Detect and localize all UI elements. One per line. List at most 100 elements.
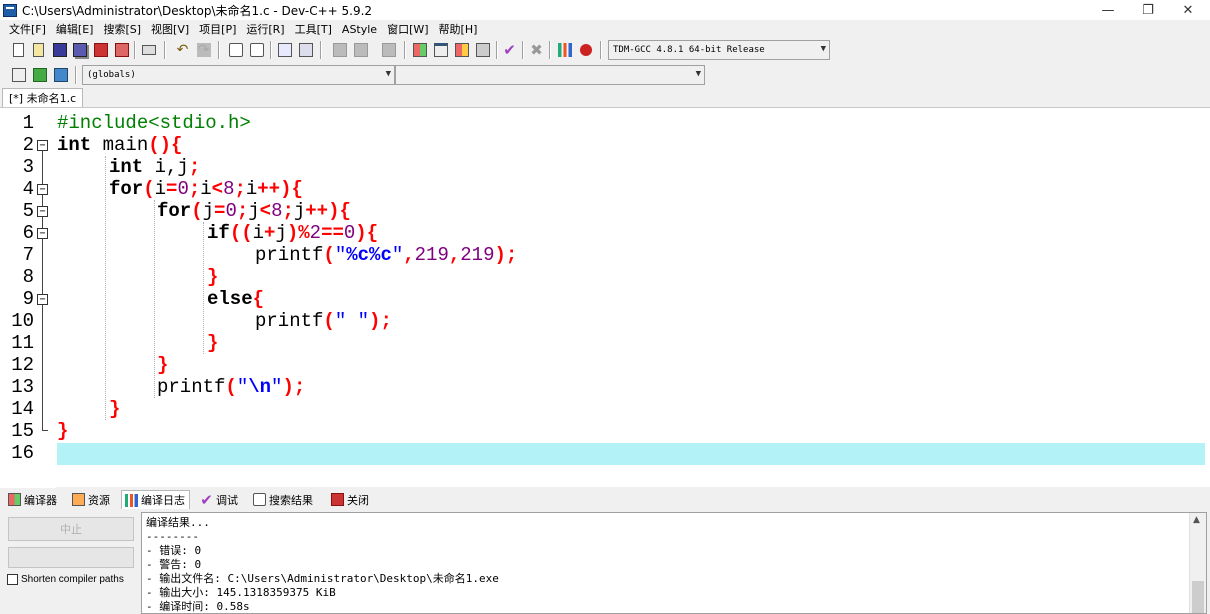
menu-tools[interactable]: 工具[T] <box>290 21 337 37</box>
save-all-button[interactable] <box>71 41 88 58</box>
toolbar-separator <box>549 41 551 59</box>
stop-execution-button[interactable]: ✖ <box>528 41 545 58</box>
shorten-paths-checkbox[interactable]: Shorten compiler paths <box>7 574 124 585</box>
menu-project[interactable]: 项目[P] <box>194 21 241 37</box>
compile-run-button[interactable] <box>453 41 470 58</box>
tab-resources[interactable]: 资源 <box>69 490 114 509</box>
open-file-button[interactable] <box>30 41 47 58</box>
line-number: 1 <box>22 112 34 134</box>
indent-icon <box>353 42 368 57</box>
fold-minus-icon[interactable]: − <box>37 140 48 151</box>
debug-button[interactable] <box>577 41 594 58</box>
syntax-check-button[interactable]: ✔ <box>501 41 518 58</box>
bookmarks-button[interactable] <box>52 66 69 83</box>
log-line: - 输出大小: 145.1318359375 KiB <box>146 586 336 599</box>
fold-minus-icon[interactable]: − <box>37 184 48 195</box>
replace-button[interactable] <box>248 41 265 58</box>
redo-icon: ↷ <box>196 41 211 58</box>
line-number: 14 <box>11 398 34 420</box>
fold-minus-icon[interactable]: − <box>37 228 48 239</box>
code-area[interactable]: #include<stdio.h> int main(){ int i,j; f… <box>57 108 1210 488</box>
line-number-gutter: 1 2 3 4 5 6 7 8 9 10 11 12 13 14 15 16 −… <box>0 108 56 488</box>
menu-search[interactable]: 搜索[S] <box>98 21 146 37</box>
unindent-button[interactable] <box>331 41 348 58</box>
code-line-15: } <box>57 420 69 442</box>
comment-button[interactable] <box>380 41 397 58</box>
print-button[interactable] <box>140 41 157 58</box>
code-line-14: } <box>109 398 121 420</box>
goto-button[interactable] <box>31 66 48 83</box>
menu-run[interactable]: 运行[R] <box>241 21 289 37</box>
insert-button[interactable] <box>10 66 27 83</box>
new-file-button[interactable] <box>10 41 27 58</box>
save-icon <box>52 42 67 57</box>
member-select[interactable]: ▼ <box>395 65 705 85</box>
fold-minus-icon[interactable]: − <box>37 294 48 305</box>
checkmark-icon: ✔ <box>503 40 516 59</box>
compile-button[interactable] <box>411 41 428 58</box>
tab-label: 资源 <box>88 493 110 507</box>
toolbar-separator <box>404 41 406 59</box>
undo-icon: ↶ <box>176 41 189 58</box>
scope-select[interactable]: (globals) ▼ <box>82 65 395 85</box>
find-icon <box>253 493 266 506</box>
code-line-8: } <box>207 266 219 288</box>
toggle-bookmark-button[interactable] <box>297 41 314 58</box>
resources-icon <box>72 493 85 506</box>
minimize-button[interactable]: — <box>1090 0 1126 20</box>
close-all-button[interactable] <box>113 41 130 58</box>
close-window-button[interactable]: ✕ <box>1170 0 1206 20</box>
menu-astyle[interactable]: AStyle <box>337 23 382 36</box>
code-line-9: else{ <box>207 288 265 310</box>
run-icon <box>433 42 448 57</box>
line-number: 15 <box>11 420 34 442</box>
rebuild-all-button[interactable] <box>474 41 491 58</box>
compiler-select[interactable]: TDM-GCC 4.8.1 64-bit Release ▼ <box>608 40 830 60</box>
tab-compile-log[interactable]: 编译日志 <box>121 490 190 509</box>
code-line-1: #include<stdio.h> <box>57 112 251 134</box>
tab-search-results[interactable]: 搜索结果 <box>250 490 317 509</box>
find-button[interactable] <box>227 41 244 58</box>
insert-icon <box>11 67 26 82</box>
save-button[interactable] <box>51 41 68 58</box>
tab-compiler[interactable]: 编译器 <box>5 490 61 509</box>
line-number: 3 <box>22 156 34 178</box>
profile-button[interactable] <box>556 41 573 58</box>
bug-icon <box>579 43 592 56</box>
save-all-icon <box>72 42 87 57</box>
run-button[interactable] <box>432 41 449 58</box>
code-editor[interactable]: 1 2 3 4 5 6 7 8 9 10 11 12 13 14 15 16 −… <box>0 107 1210 488</box>
menu-edit[interactable]: 编辑[E] <box>51 21 99 37</box>
redo-button[interactable]: ↷ <box>195 41 212 58</box>
bookmarks-icon <box>53 67 68 82</box>
log-scrollbar[interactable]: ▲ <box>1189 513 1206 613</box>
goto-line-icon <box>277 42 292 57</box>
line-number: 6 <box>22 222 34 244</box>
undo-button[interactable]: ↶ <box>174 41 191 58</box>
restore-button[interactable]: ❐ <box>1130 0 1166 20</box>
toolbar-separator <box>218 41 220 59</box>
comment-icon <box>381 42 396 57</box>
fold-minus-icon[interactable]: − <box>37 206 48 217</box>
title-bar: C:\Users\Administrator\Desktop\未命名1.c - … <box>0 0 1210 20</box>
menu-view[interactable]: 视图[V] <box>146 21 194 37</box>
line-number: 9 <box>22 288 34 310</box>
checkbox-box[interactable] <box>7 574 18 585</box>
goto-line-button[interactable] <box>276 41 293 58</box>
editor-tab-file[interactable]: [*] 未命名1.c <box>2 88 84 107</box>
print-icon <box>141 44 156 55</box>
menu-help[interactable]: 帮助[H] <box>434 21 483 37</box>
tab-close[interactable]: 关闭 <box>328 490 373 509</box>
scrollbar-thumb[interactable] <box>1192 581 1204 613</box>
close-icon <box>331 493 344 506</box>
compile-log-output[interactable]: 编译结果... -------- - 错误: 0 - 警告: 0 - 输出文件名… <box>141 512 1207 614</box>
scroll-up-icon[interactable]: ▲ <box>1193 515 1200 525</box>
stop-button[interactable]: 中止 <box>8 517 134 541</box>
tab-debug[interactable]: ✔ 调试 <box>197 490 242 509</box>
indent-button[interactable] <box>352 41 369 58</box>
menu-window[interactable]: 窗口[W] <box>382 21 433 37</box>
close-file-button[interactable] <box>92 41 109 58</box>
close-all-icon <box>114 42 129 57</box>
menu-file[interactable]: 文件[F] <box>4 21 51 37</box>
chevron-down-icon: ▼ <box>385 69 391 79</box>
